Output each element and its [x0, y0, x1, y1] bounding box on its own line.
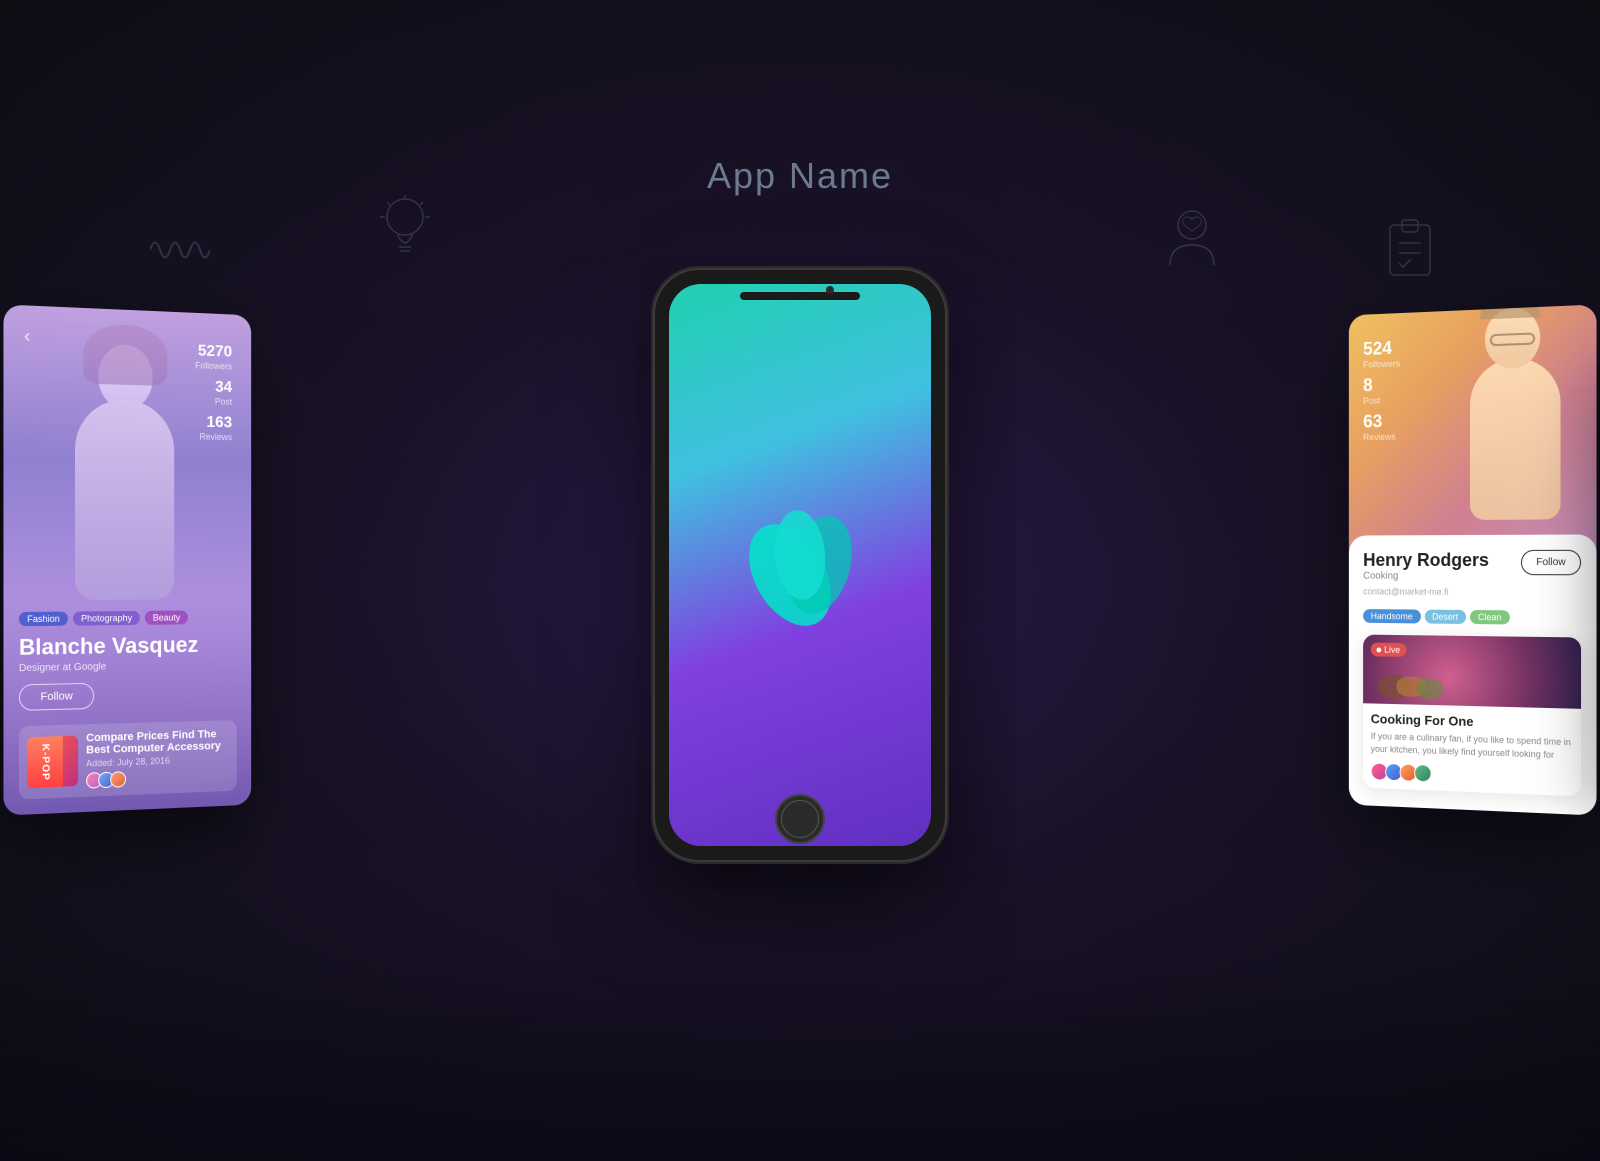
- s4-post-title: Cooking For One: [1371, 711, 1573, 732]
- app-logo-icon: [735, 490, 865, 640]
- s4-post-count: 8: [1363, 374, 1400, 396]
- s2-tag-fashion: Fashion: [19, 612, 68, 627]
- iphone-home-button[interactable]: [775, 794, 825, 844]
- s4-live-dot: [1376, 647, 1381, 652]
- s4-contact-email: contact@market-me.fi: [1363, 586, 1489, 597]
- s2-post-count: 34: [195, 378, 232, 397]
- s2-tag-photography: Photography: [73, 611, 140, 626]
- s4-post-label: Post: [1363, 395, 1400, 406]
- s2-follow-button[interactable]: Follow: [19, 683, 94, 711]
- s2-stats: 5270 Followers 34 Post 163 Reviews: [195, 343, 232, 450]
- s2-reviews-label: Reviews: [195, 431, 232, 442]
- s4-live-badge: Live: [1371, 643, 1406, 657]
- s2-card-avatars: [86, 767, 229, 788]
- s4-reviews-count: 63: [1363, 411, 1400, 433]
- person-heart-icon: [1165, 205, 1220, 275]
- s4-post-image: Live: [1363, 635, 1581, 709]
- s2-card-text: Compare Prices Find The Best Computer Ac…: [86, 728, 229, 789]
- s4-bottom-section: Henry Rodgers Cooking contact@market-me.…: [1349, 534, 1597, 815]
- s4-follow-button[interactable]: Follow: [1521, 550, 1581, 575]
- sound-wave-icon: [150, 230, 210, 275]
- s4-post-card: Live Cooking For One If you are a culina…: [1363, 635, 1581, 797]
- s4-reviews-label: Reviews: [1363, 432, 1400, 443]
- s2-card-meta: Added: July 28, 2016: [86, 754, 229, 769]
- s4-stats: 524 Followers 8 Post 63 Reviews: [1363, 338, 1400, 448]
- screens-container: ≡ Linnie Ramsey 221-067-4004 📞: [200, 300, 1400, 880]
- s4-tag-clean: Clean: [1470, 610, 1509, 624]
- s2-tag-beauty: Beauty: [145, 610, 188, 624]
- s4-tag-desert: Desert: [1424, 610, 1466, 624]
- s2-tags: Fashion Photography Beauty: [19, 610, 237, 626]
- s4-profile-row: Henry Rodgers Cooking contact@market-me.…: [1363, 550, 1581, 606]
- s4-followers-label: Followers: [1363, 359, 1400, 370]
- center-iphone: [655, 270, 945, 860]
- screen-2-card: ‹ 5270 Followers 34 Post 163 Reviews: [3, 304, 251, 815]
- s4-tags: Handsome Desert Clean: [1363, 609, 1581, 625]
- bottom-gradient: [0, 961, 1600, 1161]
- s4-followers-count: 524: [1363, 338, 1400, 360]
- s4-post-desc: If you are a culinary fan, if you like t…: [1371, 730, 1573, 762]
- s2-reviews-count: 163: [195, 414, 232, 433]
- s2-mini-avatar-3: [110, 771, 126, 788]
- app-title: App Name: [707, 155, 893, 197]
- iphone-screen: [669, 284, 931, 846]
- s4-tag-handsome: Handsome: [1363, 609, 1420, 623]
- lightbulb-icon: [380, 195, 430, 265]
- s2-user-title: Designer at Google: [19, 659, 237, 674]
- s2-bottom-section: Fashion Photography Beauty Blanche Vasqu…: [3, 595, 251, 815]
- s2-followers-count: 5270: [195, 343, 232, 362]
- s4-post-avatars: [1371, 763, 1573, 789]
- s2-post-label: Post: [195, 396, 232, 407]
- s4-post-body: Cooking For One If you are a culinary fa…: [1363, 703, 1581, 796]
- s2-followers-label: Followers: [195, 360, 232, 371]
- s4-user-name: Henry Rodgers: [1363, 550, 1489, 571]
- s2-user-name: Blanche Vasquez: [19, 632, 237, 661]
- s4-post-avatar-4: [1414, 764, 1432, 783]
- screen-4-card: 524 Followers 8 Post 63 Reviews: [1349, 304, 1597, 815]
- s2-back-button[interactable]: ‹: [24, 326, 30, 348]
- s2-card-image: K-POP: [27, 736, 78, 788]
- s2-post-card: K-POP Compare Prices Find The Best Compu…: [19, 720, 237, 800]
- clipboard-check-icon: [1385, 215, 1435, 282]
- iphone-frame: [655, 270, 945, 860]
- iphone-notch: [740, 292, 860, 300]
- s2-kpop-label: K-POP: [27, 736, 63, 788]
- s2-card-title: Compare Prices Find The Best Computer Ac…: [86, 728, 229, 756]
- s4-user-subtitle: Cooking: [1363, 571, 1489, 582]
